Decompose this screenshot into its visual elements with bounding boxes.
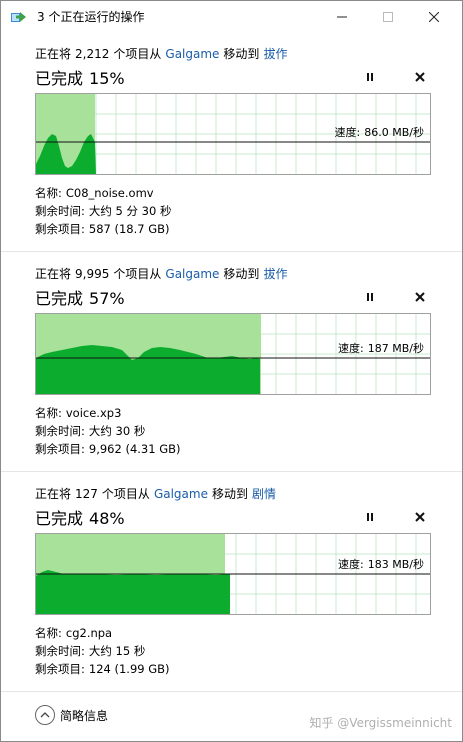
fewer-details-button[interactable] [35, 705, 55, 725]
item-count: 2,212 [75, 47, 110, 61]
maximize-button[interactable] [365, 1, 411, 32]
time-remaining: 大约 30 秒 [88, 424, 146, 438]
fewer-details-label[interactable]: 简略信息 [60, 707, 108, 724]
items-remaining: 9,962 (4.31 GB) [88, 442, 181, 456]
cancel-button[interactable] [413, 70, 427, 84]
close-window-button[interactable] [411, 1, 457, 32]
divider [1, 471, 462, 472]
operation-panel: 正在将 127 个项目从 Galgame 移动到 剧情 已完成 48% 速度: … [1, 475, 462, 694]
file-name: voice.xp3 [65, 406, 122, 420]
close-icon [429, 11, 439, 22]
operation-details: 名称: C08_noise.omv 剩余时间: 大约 5 分 30 秒 剩余项目: 5… [35, 186, 172, 236]
speed-readout: 速度: 86.0 MB/秒 [334, 126, 424, 139]
speed-readout: 速度: 183 MB/秒 [338, 558, 424, 571]
items-remaining: 124 (1.99 GB) [88, 662, 170, 676]
progress-status: 已完成 48% [35, 509, 125, 528]
cancel-button[interactable] [413, 290, 427, 304]
pause-button[interactable] [363, 510, 377, 524]
pause-button[interactable] [363, 70, 377, 84]
transfer-speed-graph: 速度: 86.0 MB/秒 [35, 93, 431, 175]
pause-button[interactable] [363, 290, 377, 304]
source-folder-link[interactable]: Galgame [165, 267, 219, 281]
progress-percent: 48% [89, 509, 125, 528]
operation-description: 正在将 9,995 个项目从 Galgame 移动到 拔作 [35, 267, 288, 281]
footer: 简略信息 知乎 @Vergissmeinnicht [1, 691, 462, 742]
title-bar: 3 个正在运行的操作 [1, 1, 462, 32]
destination-folder-link[interactable]: 拔作 [263, 267, 287, 281]
progress-status: 已完成 15% [35, 69, 125, 88]
file-name: C08_noise.omv [65, 186, 154, 200]
divider [1, 251, 462, 252]
operation-description: 正在将 2,212 个项目从 Galgame 移动到 拔作 [35, 47, 288, 61]
item-count: 127 [75, 487, 98, 501]
destination-folder-link[interactable]: 剧情 [252, 487, 276, 501]
operation-details: 名称: voice.xp3 剩余时间: 大约 30 秒 剩余项目: 9,962 (4.… [35, 406, 181, 456]
chevron-up-icon [40, 712, 50, 718]
progress-percent: 57% [89, 289, 125, 308]
file-operation-window: 3 个正在运行的操作 正在将 2,212 个项目从 Galgame 移动到 拔作 已完成 1… [0, 0, 463, 742]
minimize-button[interactable] [319, 1, 365, 32]
destination-folder-link[interactable]: 拔作 [263, 47, 287, 61]
watermark: 知乎 @Vergissmeinnicht [309, 716, 452, 730]
speed-history [36, 570, 230, 614]
operation-panel: 正在将 9,995 个项目从 Galgame 移动到 拔作 已完成 57% 速度… [1, 255, 462, 474]
speed-readout: 速度: 187 MB/秒 [338, 342, 424, 355]
progress-percent: 15% [89, 69, 125, 88]
source-folder-link[interactable]: Galgame [154, 487, 208, 501]
operation-description: 正在将 127 个项目从 Galgame 移动到 剧情 [35, 487, 276, 501]
move-files-icon [11, 12, 26, 22]
minimize-icon [337, 16, 347, 17]
cancel-button[interactable] [413, 510, 427, 524]
source-folder-link[interactable]: Galgame [165, 47, 219, 61]
file-name: cg2.npa [65, 626, 113, 640]
operation-details: 名称: cg2.npa 剩余时间: 大约 15 秒 剩余项目: 124 (1.99 G… [35, 626, 170, 676]
items-remaining: 587 (18.7 GB) [88, 222, 170, 236]
time-remaining: 大约 5 分 30 秒 [88, 204, 172, 218]
time-remaining: 大约 15 秒 [88, 644, 146, 658]
window-title: 3 个正在运行的操作 [37, 10, 145, 24]
maximize-icon [383, 11, 393, 22]
transfer-speed-graph: 速度: 183 MB/秒 [35, 533, 431, 615]
item-count: 9,995 [75, 267, 110, 281]
progress-status: 已完成 57% [35, 289, 125, 308]
transfer-speed-graph: 速度: 187 MB/秒 [35, 313, 431, 395]
operation-panel: 正在将 2,212 个项目从 Galgame 移动到 拔作 已完成 15% 速度… [1, 35, 462, 254]
